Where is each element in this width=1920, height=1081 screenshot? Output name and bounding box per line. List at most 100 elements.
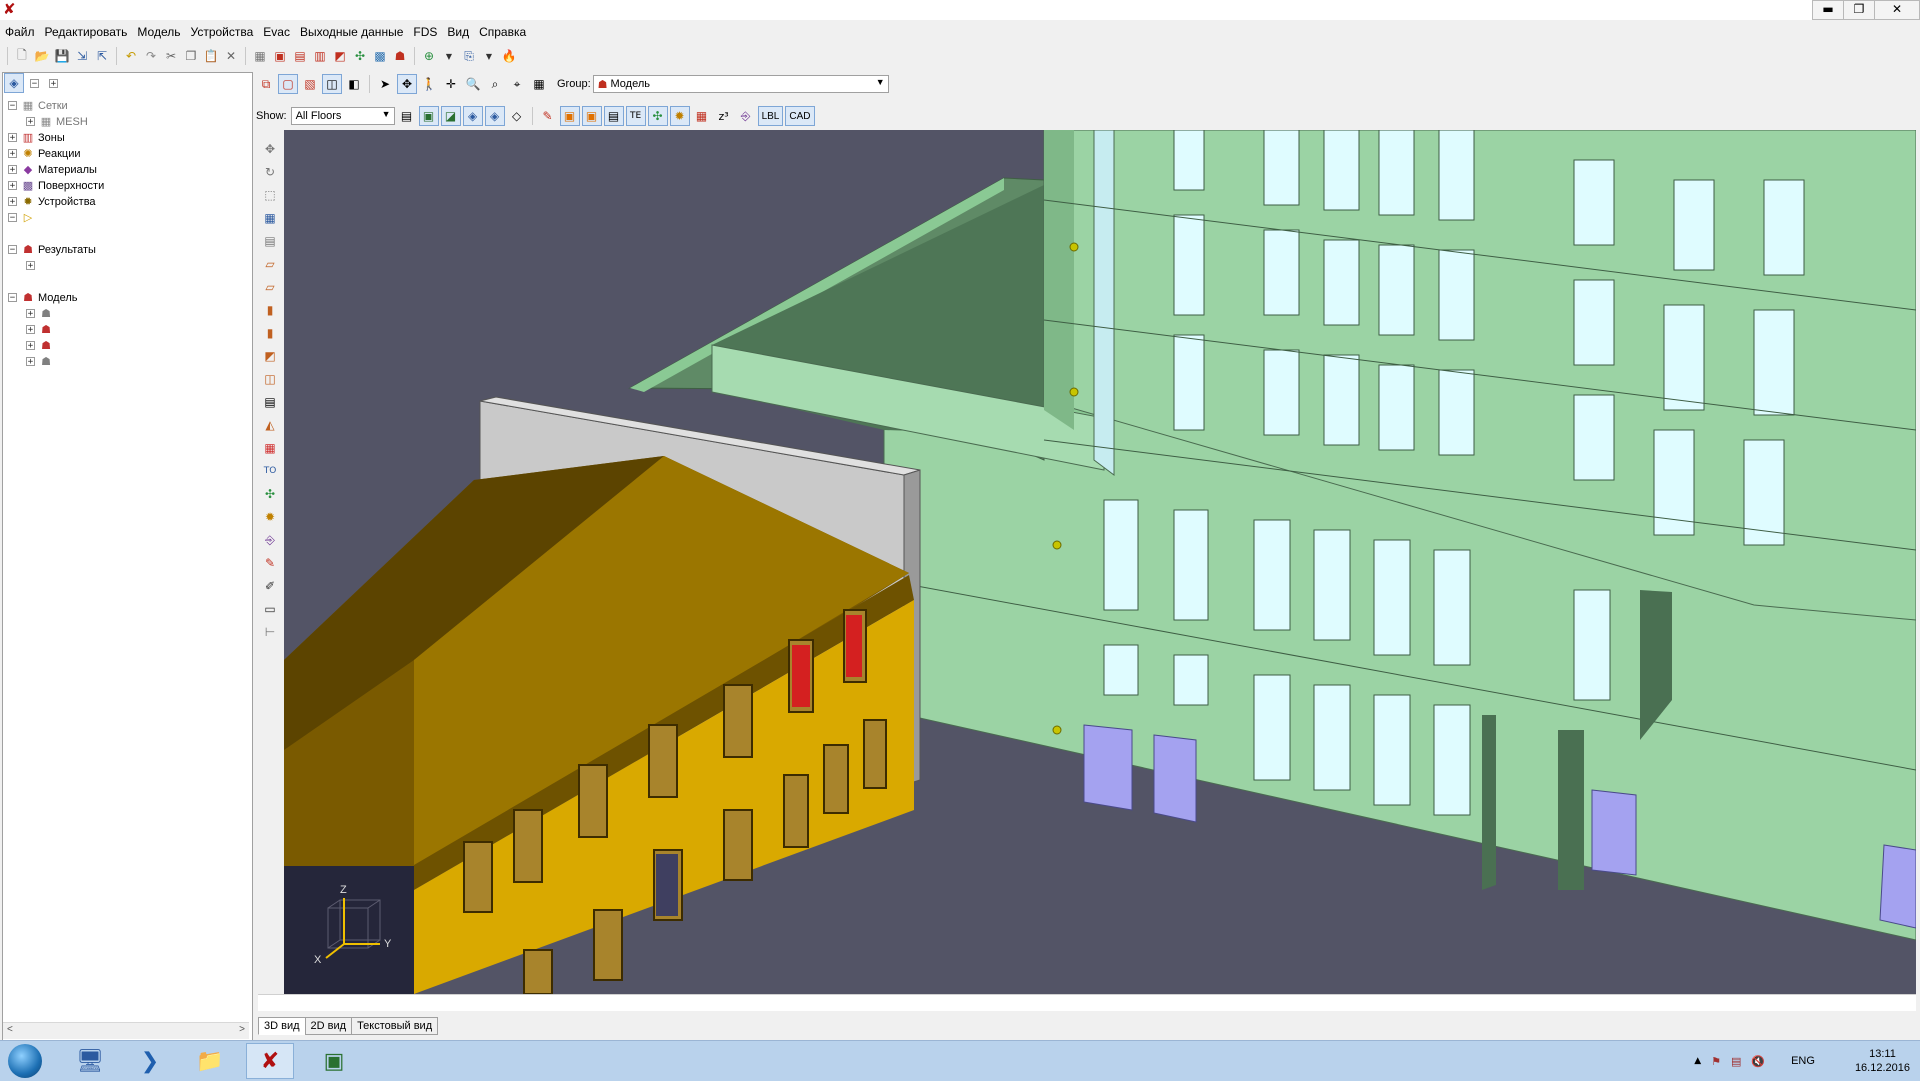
add-object-3-icon[interactable]: ▥ bbox=[311, 47, 329, 65]
expand-icon[interactable]: + bbox=[26, 341, 35, 351]
door-tool-icon[interactable]: ⎆ bbox=[261, 531, 279, 549]
rotate-icon[interactable]: ↻ bbox=[261, 163, 279, 181]
window-app-icon[interactable]: ▣ bbox=[310, 1043, 358, 1079]
show-holes-icon[interactable]: ◈ bbox=[462, 106, 483, 126]
run-dropdown-icon[interactable]: ▼ bbox=[440, 47, 458, 65]
show-obstructions-icon[interactable]: ▤ bbox=[397, 106, 417, 126]
show-fires-icon[interactable]: ✎ bbox=[538, 106, 558, 126]
volume-muted-icon[interactable]: 🔇 bbox=[1751, 1055, 1765, 1068]
report-icon[interactable]: ⎘ bbox=[460, 47, 478, 65]
tree-item[interactable]: + bbox=[26, 258, 39, 273]
show-sprinklers-icon[interactable]: ✹ bbox=[669, 106, 690, 126]
collapse-icon[interactable]: − bbox=[8, 101, 17, 111]
collapse-icon[interactable]: − bbox=[8, 293, 17, 303]
tree-item[interactable]: + ✹ Устройства bbox=[8, 194, 96, 209]
menu-help[interactable]: Справка bbox=[474, 22, 531, 42]
collapse-all-icon[interactable]: − bbox=[30, 78, 39, 88]
tree-filter-icon[interactable]: ◈ bbox=[4, 73, 24, 93]
tree-horizontal-scrollbar[interactable]: < > bbox=[3, 1022, 249, 1039]
menu-output[interactable]: Выходные данные bbox=[295, 22, 408, 42]
expand-icon[interactable]: + bbox=[26, 261, 35, 271]
expand-icon[interactable]: + bbox=[26, 309, 35, 319]
tree-item[interactable]: + ☗ bbox=[26, 338, 56, 353]
zone-tool-icon[interactable]: ▦ bbox=[261, 439, 279, 457]
wall-tool-2-icon[interactable]: ▮ bbox=[261, 324, 279, 342]
import-icon[interactable]: ⇲ bbox=[73, 47, 91, 65]
clock[interactable]: 13:11 16.12.2016 bbox=[1855, 1047, 1910, 1075]
tree-item[interactable]: + ▥ Зоны bbox=[8, 130, 65, 145]
roof-tool-icon[interactable]: ◭ bbox=[261, 416, 279, 434]
scroll-left-icon[interactable]: < bbox=[7, 1024, 13, 1035]
wall-tool-icon[interactable]: ▮ bbox=[261, 301, 279, 319]
collapse-icon[interactable]: − bbox=[8, 213, 17, 223]
expand-icon[interactable]: + bbox=[26, 117, 35, 127]
lbl-button[interactable]: LBL bbox=[757, 106, 784, 126]
file-explorer-icon[interactable]: 📁 bbox=[186, 1043, 234, 1079]
texture-icon[interactable]: ▩ bbox=[371, 47, 389, 65]
center-tool-icon[interactable]: ⌖ bbox=[507, 74, 527, 94]
undo-icon[interactable]: ↶ bbox=[122, 47, 140, 65]
run-icon[interactable]: ⊕ bbox=[420, 47, 438, 65]
show-textures-icon[interactable]: ◪ bbox=[440, 106, 461, 126]
show-labels-icon[interactable]: ⎆ bbox=[736, 106, 756, 126]
view-shade-icon[interactable]: ◧ bbox=[344, 74, 364, 94]
eyedropper-icon[interactable]: ✐ bbox=[261, 577, 279, 595]
move-icon[interactable]: ✥ bbox=[261, 140, 279, 158]
simulation-icon[interactable]: ▦ bbox=[251, 47, 269, 65]
tree-item[interactable]: + ✺ Реакции bbox=[8, 146, 81, 161]
expand-icon[interactable]: + bbox=[8, 181, 17, 191]
section-tool-icon[interactable]: ⊢ bbox=[261, 623, 279, 641]
menu-file[interactable]: Файл bbox=[0, 22, 40, 42]
scroll-right-icon[interactable]: > bbox=[239, 1024, 245, 1035]
show-vents-icon[interactable]: ◈ bbox=[484, 106, 505, 126]
tab-2d-view[interactable]: 2D вид bbox=[304, 1017, 353, 1035]
expand-icon[interactable]: + bbox=[8, 133, 17, 143]
paint-tool-icon[interactable]: ✎ bbox=[261, 554, 279, 572]
menu-devices[interactable]: Устройства bbox=[186, 22, 259, 42]
room-tool-icon[interactable]: ◫ bbox=[261, 370, 279, 388]
add-group-icon[interactable]: ✣ bbox=[351, 47, 369, 65]
expand-all-icon[interactable]: + bbox=[49, 78, 58, 88]
show-zones-icon[interactable]: ▦ bbox=[692, 106, 712, 126]
tree-item[interactable]: − ☗ Результаты bbox=[8, 242, 96, 257]
paste-icon[interactable]: 📋 bbox=[202, 47, 220, 65]
block-tool-icon[interactable]: ◩ bbox=[261, 347, 279, 365]
tree-item[interactable]: + ☗ bbox=[26, 322, 56, 337]
orbit-tool-icon[interactable]: ✥ bbox=[397, 74, 417, 94]
expand-icon[interactable]: + bbox=[8, 165, 17, 175]
copy-icon[interactable]: ❐ bbox=[182, 47, 200, 65]
language-indicator[interactable]: ENG bbox=[1791, 1055, 1815, 1067]
show-surfaces-icon[interactable]: ▣ bbox=[559, 106, 580, 126]
tree-item[interactable] bbox=[26, 226, 39, 241]
add-object-4-icon[interactable]: ◩ bbox=[331, 47, 349, 65]
view-outline-icon[interactable]: ◫ bbox=[322, 74, 342, 94]
scale-icon[interactable]: ⬚ bbox=[261, 186, 279, 204]
mesh-tool-icon[interactable]: ▦ bbox=[261, 209, 279, 227]
open-folder-icon[interactable]: 📂 bbox=[33, 47, 51, 65]
pan-tool-icon[interactable]: ✛ bbox=[441, 74, 461, 94]
add-object-2-icon[interactable]: ▤ bbox=[291, 47, 309, 65]
stair-tool-icon[interactable]: ▤ bbox=[261, 393, 279, 411]
slab-tool-2-icon[interactable]: ▱ bbox=[261, 278, 279, 296]
tray-expand-icon[interactable]: ▲ bbox=[1694, 1056, 1701, 1066]
new-file-icon[interactable]: 🗋 bbox=[13, 47, 31, 65]
show-walls-icon[interactable]: ▣ bbox=[581, 106, 602, 126]
text-tool-icon[interactable]: TO bbox=[261, 462, 279, 480]
show-text-icon[interactable]: TE bbox=[625, 106, 646, 126]
tree-item[interactable]: + ▦ MESH bbox=[26, 114, 88, 129]
tree-item[interactable]: + ◆ Материалы bbox=[8, 162, 97, 177]
model-group-icon[interactable]: ☗ bbox=[391, 47, 409, 65]
network-icon[interactable]: ⚑ bbox=[1711, 1055, 1721, 1068]
slab-tool-icon[interactable]: ▱ bbox=[261, 255, 279, 273]
save-icon[interactable]: 💾 bbox=[53, 47, 71, 65]
menu-edit[interactable]: Редактировать bbox=[40, 22, 133, 42]
close-button[interactable]: ✕ bbox=[1874, 0, 1920, 20]
cut-icon[interactable]: ✂ bbox=[162, 47, 180, 65]
floors-select[interactable]: All Floors ▼ bbox=[290, 107, 395, 125]
show-devices-icon[interactable]: ✣ bbox=[647, 106, 668, 126]
show-meshes-icon[interactable]: ◇ bbox=[507, 106, 527, 126]
tab-3d-view[interactable]: 3D вид bbox=[258, 1017, 306, 1035]
expand-icon[interactable]: + bbox=[8, 197, 17, 207]
zoom-region-icon[interactable]: ⌕ bbox=[485, 74, 505, 94]
show-stairs-icon[interactable]: ▤ bbox=[603, 106, 624, 126]
